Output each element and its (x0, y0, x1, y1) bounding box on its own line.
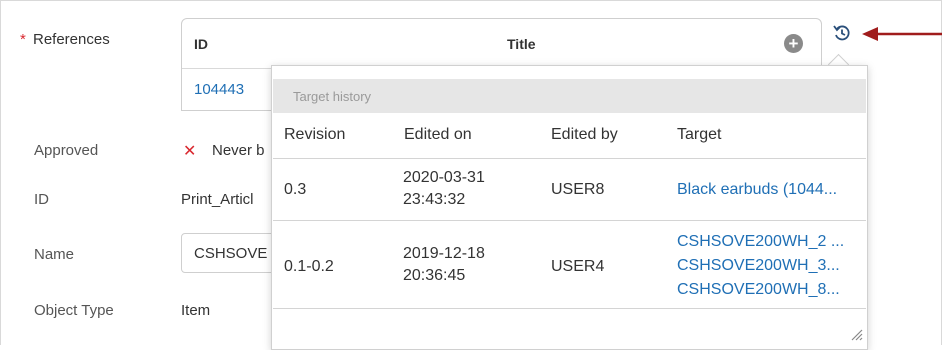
edited-on-time: 20:36:45 (403, 267, 466, 284)
approved-label: Approved (34, 142, 99, 159)
target-history-button[interactable] (829, 20, 855, 46)
popup-title-bar: Target history (273, 79, 866, 113)
references-label: References (33, 31, 110, 48)
row-divider (273, 308, 866, 309)
approved-value: Never b (212, 142, 265, 159)
resize-grip-icon[interactable] (849, 327, 863, 341)
column-header-edited-on[interactable]: Edited on (404, 126, 472, 144)
edited-on-date: 2019-12-18 (403, 245, 485, 262)
object-type-label: Object Type (34, 302, 114, 319)
revision-cell: 0.3 (284, 181, 307, 198)
references-table-header: ID Title + (182, 19, 821, 69)
required-marker: * (20, 31, 26, 48)
revision-cell: 0.1-0.2 (284, 258, 334, 275)
x-icon: ✕ (183, 143, 197, 160)
arrow-left-icon (862, 27, 942, 41)
edited-on-date: 2020-03-31 (403, 169, 485, 186)
edited-by-cell: USER8 (551, 181, 605, 198)
row-divider (273, 158, 866, 159)
reference-id-link[interactable]: 104443 (194, 81, 244, 98)
name-label: Name (34, 246, 75, 263)
popup-title: Target history (293, 89, 372, 104)
name-input-value: CSHSOVE (194, 245, 268, 262)
target-link[interactable]: Black earbuds (1044... (677, 179, 837, 200)
id-value: Print_Articl (181, 191, 254, 208)
edited-by-cell: USER4 (551, 258, 605, 275)
row-divider (273, 220, 866, 221)
target-link[interactable]: CSHSOVE200WH_8... (677, 279, 840, 300)
column-header-id[interactable]: ID (194, 36, 208, 52)
column-header-revision[interactable]: Revision (284, 126, 345, 144)
edited-on-time: 23:43:32 (403, 191, 466, 208)
object-type-value: Item (181, 302, 211, 319)
target-history-popup: Target history Revision Edited on Edited… (271, 65, 868, 350)
target-link[interactable]: CSHSOVE200WH_2 ... (677, 231, 844, 252)
column-header-target[interactable]: Target (677, 126, 721, 144)
plus-circle-icon: + (788, 34, 799, 53)
add-reference-button[interactable]: + (784, 34, 803, 53)
history-icon (833, 25, 850, 41)
target-link[interactable]: CSHSOVE200WH_3... (677, 255, 840, 276)
column-header-title[interactable]: Title (507, 36, 536, 52)
column-header-edited-by[interactable]: Edited by (551, 126, 618, 144)
id-label: ID (34, 191, 49, 208)
